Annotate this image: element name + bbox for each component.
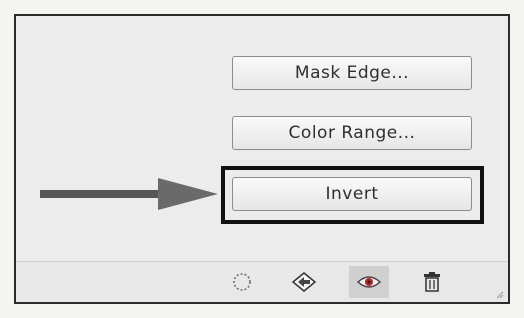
resize-grip-icon[interactable] (496, 291, 504, 299)
mask-properties-panel: Mask Edge... Color Range... Invert (14, 14, 510, 304)
load-selection-icon[interactable] (284, 266, 324, 298)
dotted-selection-icon[interactable] (222, 266, 262, 298)
panel-bottom-toolbar (16, 261, 508, 302)
eye-icon[interactable] (349, 266, 389, 298)
invert-button[interactable]: Invert (232, 177, 472, 211)
color-range-button[interactable]: Color Range... (232, 116, 472, 150)
mask-edge-button[interactable]: Mask Edge... (232, 56, 472, 90)
trash-icon[interactable] (412, 266, 452, 298)
pointer-arrow-icon (40, 178, 218, 210)
